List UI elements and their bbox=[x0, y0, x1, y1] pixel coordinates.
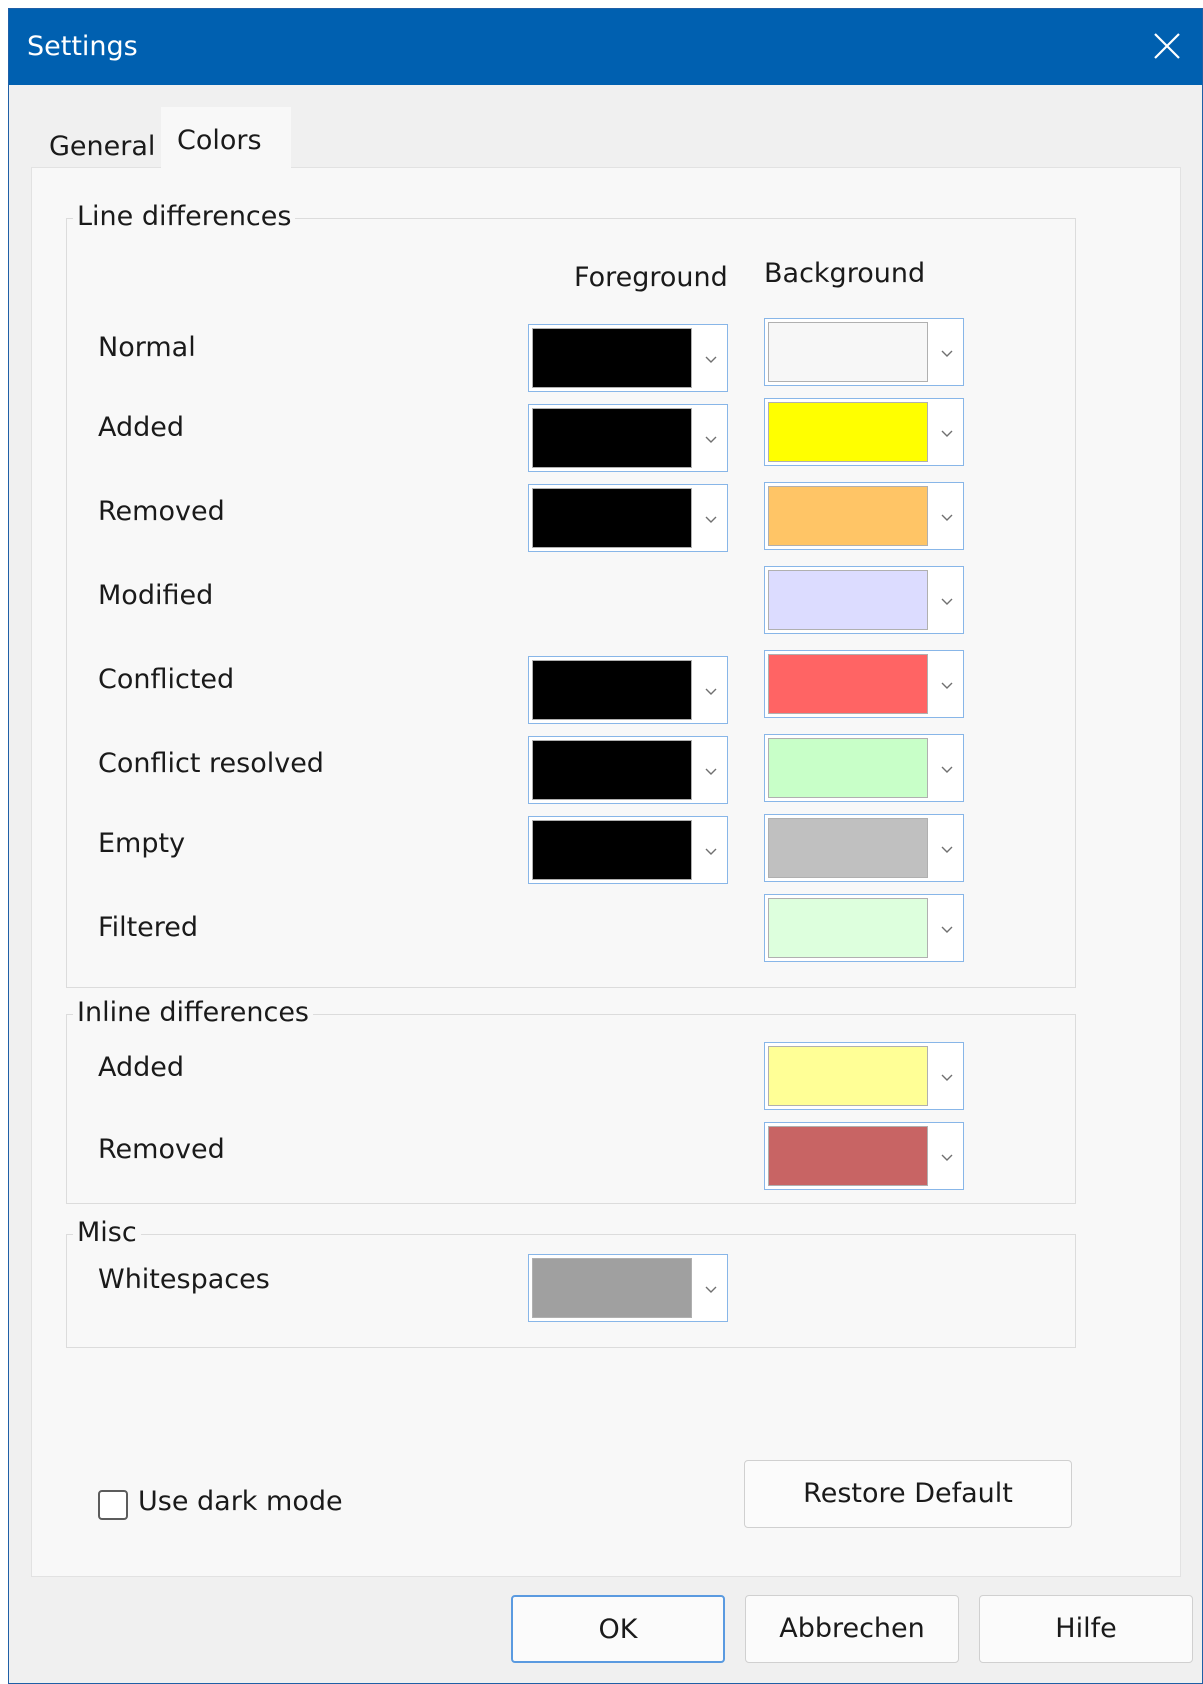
chevron-down-icon bbox=[941, 1154, 953, 1161]
background-header: Background bbox=[764, 258, 926, 289]
misc-fg-picker-whitespaces[interactable] bbox=[528, 1254, 728, 1322]
bg-picker-filtered[interactable] bbox=[764, 894, 964, 962]
color-swatch bbox=[532, 408, 692, 468]
close-button[interactable] bbox=[1130, 9, 1202, 85]
color-swatch bbox=[768, 898, 928, 958]
fg-picker-normal[interactable] bbox=[528, 324, 728, 392]
chevron-down-icon bbox=[705, 356, 717, 363]
color-swatch bbox=[768, 738, 928, 798]
inline-differences-title: Inline differences bbox=[73, 997, 313, 1028]
fg-picker-added[interactable] bbox=[528, 404, 728, 472]
bg-picker-added[interactable] bbox=[764, 398, 964, 466]
bg-picker-removed[interactable] bbox=[764, 482, 964, 550]
color-swatch bbox=[532, 740, 692, 800]
color-swatch bbox=[768, 1126, 928, 1186]
chevron-down-icon bbox=[941, 598, 953, 605]
inline-row-label-added: Added bbox=[98, 1052, 185, 1083]
color-swatch bbox=[532, 328, 692, 388]
color-swatch bbox=[532, 660, 692, 720]
bg-picker-normal[interactable] bbox=[764, 318, 964, 386]
row-label-added: Added bbox=[98, 412, 185, 443]
color-swatch bbox=[768, 570, 928, 630]
chevron-down-icon bbox=[941, 926, 953, 933]
fg-picker-conflict-resolved[interactable] bbox=[528, 736, 728, 804]
row-label-modified: Modified bbox=[98, 580, 214, 611]
tab-general-label: General bbox=[49, 131, 156, 162]
chevron-down-icon bbox=[705, 516, 717, 523]
chevron-down-icon bbox=[705, 848, 717, 855]
help-button[interactable]: Hilfe bbox=[979, 1595, 1193, 1663]
chevron-down-icon bbox=[705, 768, 717, 775]
fg-picker-empty[interactable] bbox=[528, 816, 728, 884]
bg-picker-conflicted[interactable] bbox=[764, 650, 964, 718]
inline-bg-picker-added[interactable] bbox=[764, 1042, 964, 1110]
color-swatch bbox=[768, 322, 928, 382]
color-swatch bbox=[532, 1258, 692, 1318]
color-swatch bbox=[768, 818, 928, 878]
fg-picker-conflicted[interactable] bbox=[528, 656, 728, 724]
row-label-filtered: Filtered bbox=[98, 912, 199, 943]
bg-picker-modified[interactable] bbox=[764, 566, 964, 634]
misc-title: Misc bbox=[73, 1217, 141, 1248]
row-label-empty: Empty bbox=[98, 828, 186, 859]
fg-picker-removed[interactable] bbox=[528, 484, 728, 552]
chevron-down-icon bbox=[705, 688, 717, 695]
tab-general[interactable]: General bbox=[31, 113, 161, 171]
chevron-down-icon bbox=[941, 350, 953, 357]
color-swatch bbox=[532, 488, 692, 548]
chevron-down-icon bbox=[941, 846, 953, 853]
inline-row-label-removed: Removed bbox=[98, 1134, 225, 1165]
restore-default-button[interactable]: Restore Default bbox=[744, 1460, 1072, 1528]
color-swatch bbox=[768, 1046, 928, 1106]
window-title: Settings bbox=[27, 31, 138, 62]
foreground-header: Foreground bbox=[574, 262, 728, 293]
close-icon bbox=[1154, 33, 1180, 59]
chevron-down-icon bbox=[705, 1286, 717, 1293]
settings-dialog: Settings General Line differences Foregr… bbox=[8, 8, 1203, 1684]
colors-tab-panel: Line differences Foreground Background N… bbox=[31, 167, 1181, 1577]
chevron-down-icon bbox=[941, 1074, 953, 1081]
chevron-down-icon bbox=[941, 430, 953, 437]
ok-button[interactable]: OK bbox=[511, 1595, 725, 1663]
chevron-down-icon bbox=[941, 514, 953, 521]
line-differences-title: Line differences bbox=[73, 201, 296, 232]
chevron-down-icon bbox=[705, 436, 717, 443]
tab-colors-label: Colors bbox=[177, 125, 262, 156]
chevron-down-icon bbox=[941, 682, 953, 689]
row-label-normal: Normal bbox=[98, 332, 196, 363]
bg-picker-empty[interactable] bbox=[764, 814, 964, 882]
dark-mode-label: Use dark mode bbox=[138, 1486, 343, 1517]
tab-colors[interactable]: Colors bbox=[161, 107, 291, 173]
inline-bg-picker-removed[interactable] bbox=[764, 1122, 964, 1190]
row-label-conflict-resolved: Conflict resolved bbox=[98, 748, 324, 779]
cancel-button[interactable]: Abbrechen bbox=[745, 1595, 959, 1663]
row-label-removed: Removed bbox=[98, 496, 225, 527]
color-swatch bbox=[768, 486, 928, 546]
color-swatch bbox=[768, 402, 928, 462]
chevron-down-icon bbox=[941, 766, 953, 773]
bg-picker-conflict-resolved[interactable] bbox=[764, 734, 964, 802]
checkbox-box[interactable] bbox=[98, 1490, 128, 1520]
color-swatch bbox=[768, 654, 928, 714]
row-label-conflicted: Conflicted bbox=[98, 664, 235, 695]
title-bar: Settings bbox=[9, 9, 1202, 85]
misc-row-label-whitespaces: Whitespaces bbox=[98, 1264, 270, 1295]
color-swatch bbox=[532, 820, 692, 880]
